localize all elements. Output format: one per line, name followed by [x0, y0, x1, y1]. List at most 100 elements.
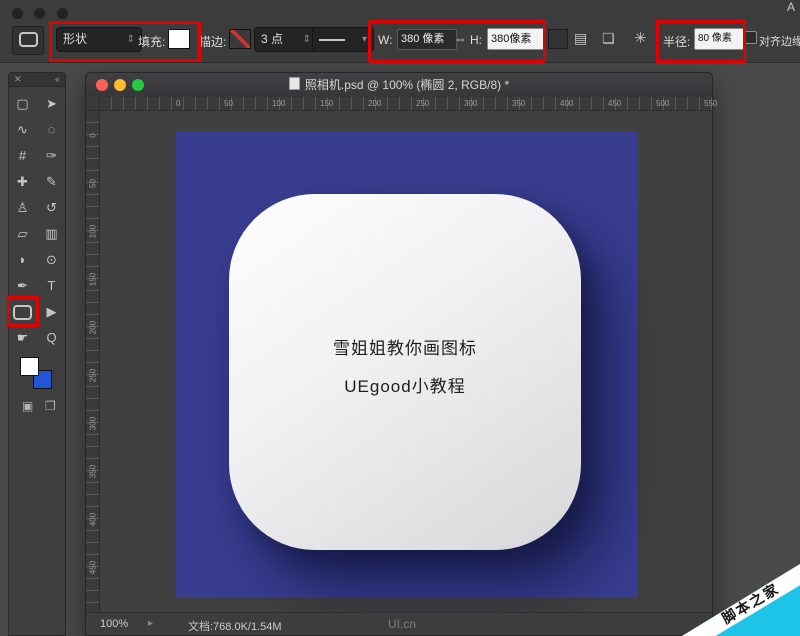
- clone-stamp-tool[interactable]: ♙: [10, 195, 36, 220]
- path-selection-tool[interactable]: ▶: [39, 299, 65, 324]
- stroke-label: 描边:: [199, 33, 226, 50]
- tools-panel: ✕ « ▢ ➤ ∿ ◌ # ✑ ✚ ✎ ♙ ↺ ▱ ▥ ◗ ⊙ ✒ T ▶ ☛ …: [8, 72, 66, 636]
- doc-close-button[interactable]: [96, 79, 108, 91]
- h-ruler-tick: 0: [176, 99, 180, 108]
- uicn-watermark: UI.cn: [388, 617, 416, 631]
- crop-tool[interactable]: #: [10, 143, 36, 168]
- blur-tool[interactable]: ◗: [10, 247, 36, 272]
- tools-panel-header: ✕ «: [9, 73, 65, 87]
- radius-label: 半径:: [663, 33, 690, 50]
- document-window: 照相机.psd @ 100% (椭圆 2, RGB/8) * 0 50 100 150…: [85, 72, 713, 636]
- eraser-icon: ▱: [18, 226, 28, 241]
- window-zoom-button[interactable]: [57, 8, 68, 19]
- tool-mode-select[interactable]: 形状 ⇕: [56, 27, 142, 52]
- tool-mode-value: 形状: [63, 28, 87, 51]
- shape-options-button[interactable]: [548, 29, 568, 49]
- doc-zoom-button[interactable]: [132, 79, 144, 91]
- stroke-width-value: 3 点: [261, 28, 283, 51]
- rounded-rectangle-tool[interactable]: [10, 299, 36, 324]
- window-minimize-button[interactable]: [34, 8, 45, 19]
- document-file-icon: [289, 77, 300, 90]
- radius-input[interactable]: 80 像素: [694, 28, 744, 50]
- gradient-tool[interactable]: ▥: [39, 221, 65, 246]
- pen-tool[interactable]: ✒: [10, 273, 36, 298]
- zoom-level-field[interactable]: 100%: [100, 618, 128, 630]
- options-bar: A 形状 ⇕ 填充: 描边: 3 点 ⇕ ▾ W: 380 像素 ⇔ H: 38…: [0, 0, 800, 63]
- eraser-tool[interactable]: ▱: [10, 221, 36, 246]
- horizontal-ruler: 050100150200250300350400450500550: [100, 97, 712, 111]
- fill-color-swatch[interactable]: [168, 29, 190, 49]
- v-ruler-tick: 50: [89, 174, 98, 194]
- path-arrangement-icon[interactable]: ❏: [602, 30, 615, 47]
- artboard[interactable]: 雪姐姐教你画图标 UEgood小教程: [176, 131, 638, 598]
- panel-collapse-icon[interactable]: «: [55, 73, 60, 86]
- stroke-type-select[interactable]: ▾: [312, 27, 374, 52]
- panel-close-icon[interactable]: ✕: [14, 73, 22, 86]
- hand-tool[interactable]: ☛: [10, 325, 36, 350]
- dodge-tool[interactable]: ⊙: [39, 247, 65, 272]
- lasso-icon: ∿: [17, 122, 28, 137]
- foreground-color-swatch[interactable]: [20, 357, 39, 376]
- rounded-icon-shape[interactable]: 雪姐姐教你画图标 UEgood小教程: [229, 194, 581, 550]
- clone-stamp-icon: ♙: [17, 200, 29, 215]
- healing-brush-icon: ✚: [17, 174, 28, 189]
- brush-tool[interactable]: ✎: [39, 169, 65, 194]
- width-label: W:: [378, 33, 392, 47]
- zoom-icon: Q: [46, 330, 56, 345]
- status-arrow-icon: ▸: [148, 618, 153, 629]
- gradient-icon: ▥: [45, 226, 57, 241]
- ruler-corner: [86, 97, 100, 111]
- height-input[interactable]: 380像素: [487, 28, 545, 50]
- v-ruler-tick: 100: [89, 222, 98, 242]
- fill-label: 填充:: [138, 33, 165, 50]
- width-input[interactable]: 380 像素: [397, 29, 457, 50]
- align-edges-checkbox[interactable]: [744, 31, 757, 44]
- gear-icon[interactable]: ✳: [634, 29, 647, 47]
- link-dimensions-icon[interactable]: ⇔: [454, 31, 467, 46]
- stroke-color-swatch[interactable]: [229, 29, 251, 49]
- h-ruler-tick: 450: [608, 99, 621, 108]
- rectangular-marquee-tool[interactable]: ▢: [10, 91, 36, 116]
- marquee-icon: ▢: [16, 96, 28, 111]
- zoom-tool[interactable]: Q: [39, 325, 65, 350]
- solid-line-icon: [319, 39, 345, 41]
- history-brush-tool[interactable]: ↺: [39, 195, 65, 220]
- document-title: 照相机.psd @ 100% (椭圆 2, RGB/8) *: [86, 73, 712, 97]
- quick-mask-icon[interactable]: ▣: [22, 399, 33, 413]
- cropped-menu-text: A: [787, 0, 795, 14]
- tool-preset-button[interactable]: [12, 26, 44, 55]
- canvas-area[interactable]: 雪姐姐教你画图标 UEgood小教程: [100, 111, 712, 613]
- h-ruler-tick: 500: [656, 99, 669, 108]
- type-tool[interactable]: T: [39, 273, 65, 298]
- v-ruler-tick: 300: [89, 414, 98, 434]
- screen-mode-icon[interactable]: ❐: [45, 399, 56, 413]
- updown-arrows-icon: ⇕: [303, 28, 311, 51]
- crop-icon: #: [19, 148, 26, 163]
- type-icon: T: [48, 278, 56, 293]
- eyedropper-icon: ✑: [46, 148, 57, 163]
- v-ruler-tick: 250: [89, 366, 98, 386]
- quick-selection-tool[interactable]: ◌: [39, 117, 65, 142]
- v-ruler-tick: 150: [89, 270, 98, 290]
- move-icon: ➤: [46, 96, 57, 111]
- lasso-tool[interactable]: ∿: [10, 117, 36, 142]
- window-close-button[interactable]: [12, 8, 23, 19]
- dropdown-arrow-icon: ▾: [362, 28, 367, 51]
- h-ruler-tick: 250: [416, 99, 429, 108]
- rounded-rect-preset-icon: [19, 32, 38, 47]
- path-alignment-icon[interactable]: ▤: [574, 30, 587, 47]
- h-ruler-tick: 350: [512, 99, 525, 108]
- icon-text-line1: 雪姐姐教你画图标: [229, 334, 581, 359]
- window-controls: [12, 6, 75, 24]
- path-selection-icon: ▶: [47, 304, 57, 319]
- tools-grid: ▢ ➤ ∿ ◌ # ✑ ✚ ✎ ♙ ↺ ▱ ▥ ◗ ⊙ ✒ T ▶ ☛ Q: [9, 91, 65, 350]
- stroke-width-select[interactable]: 3 点 ⇕: [254, 27, 318, 52]
- move-tool[interactable]: ➤: [39, 91, 65, 116]
- history-brush-icon: ↺: [46, 200, 57, 215]
- eyedropper-tool[interactable]: ✑: [39, 143, 65, 168]
- h-ruler-tick: 100: [272, 99, 285, 108]
- doc-minimize-button[interactable]: [114, 79, 126, 91]
- v-ruler-tick: 0: [89, 126, 98, 146]
- healing-brush-tool[interactable]: ✚: [10, 169, 36, 194]
- rounded-rectangle-icon: [13, 305, 32, 320]
